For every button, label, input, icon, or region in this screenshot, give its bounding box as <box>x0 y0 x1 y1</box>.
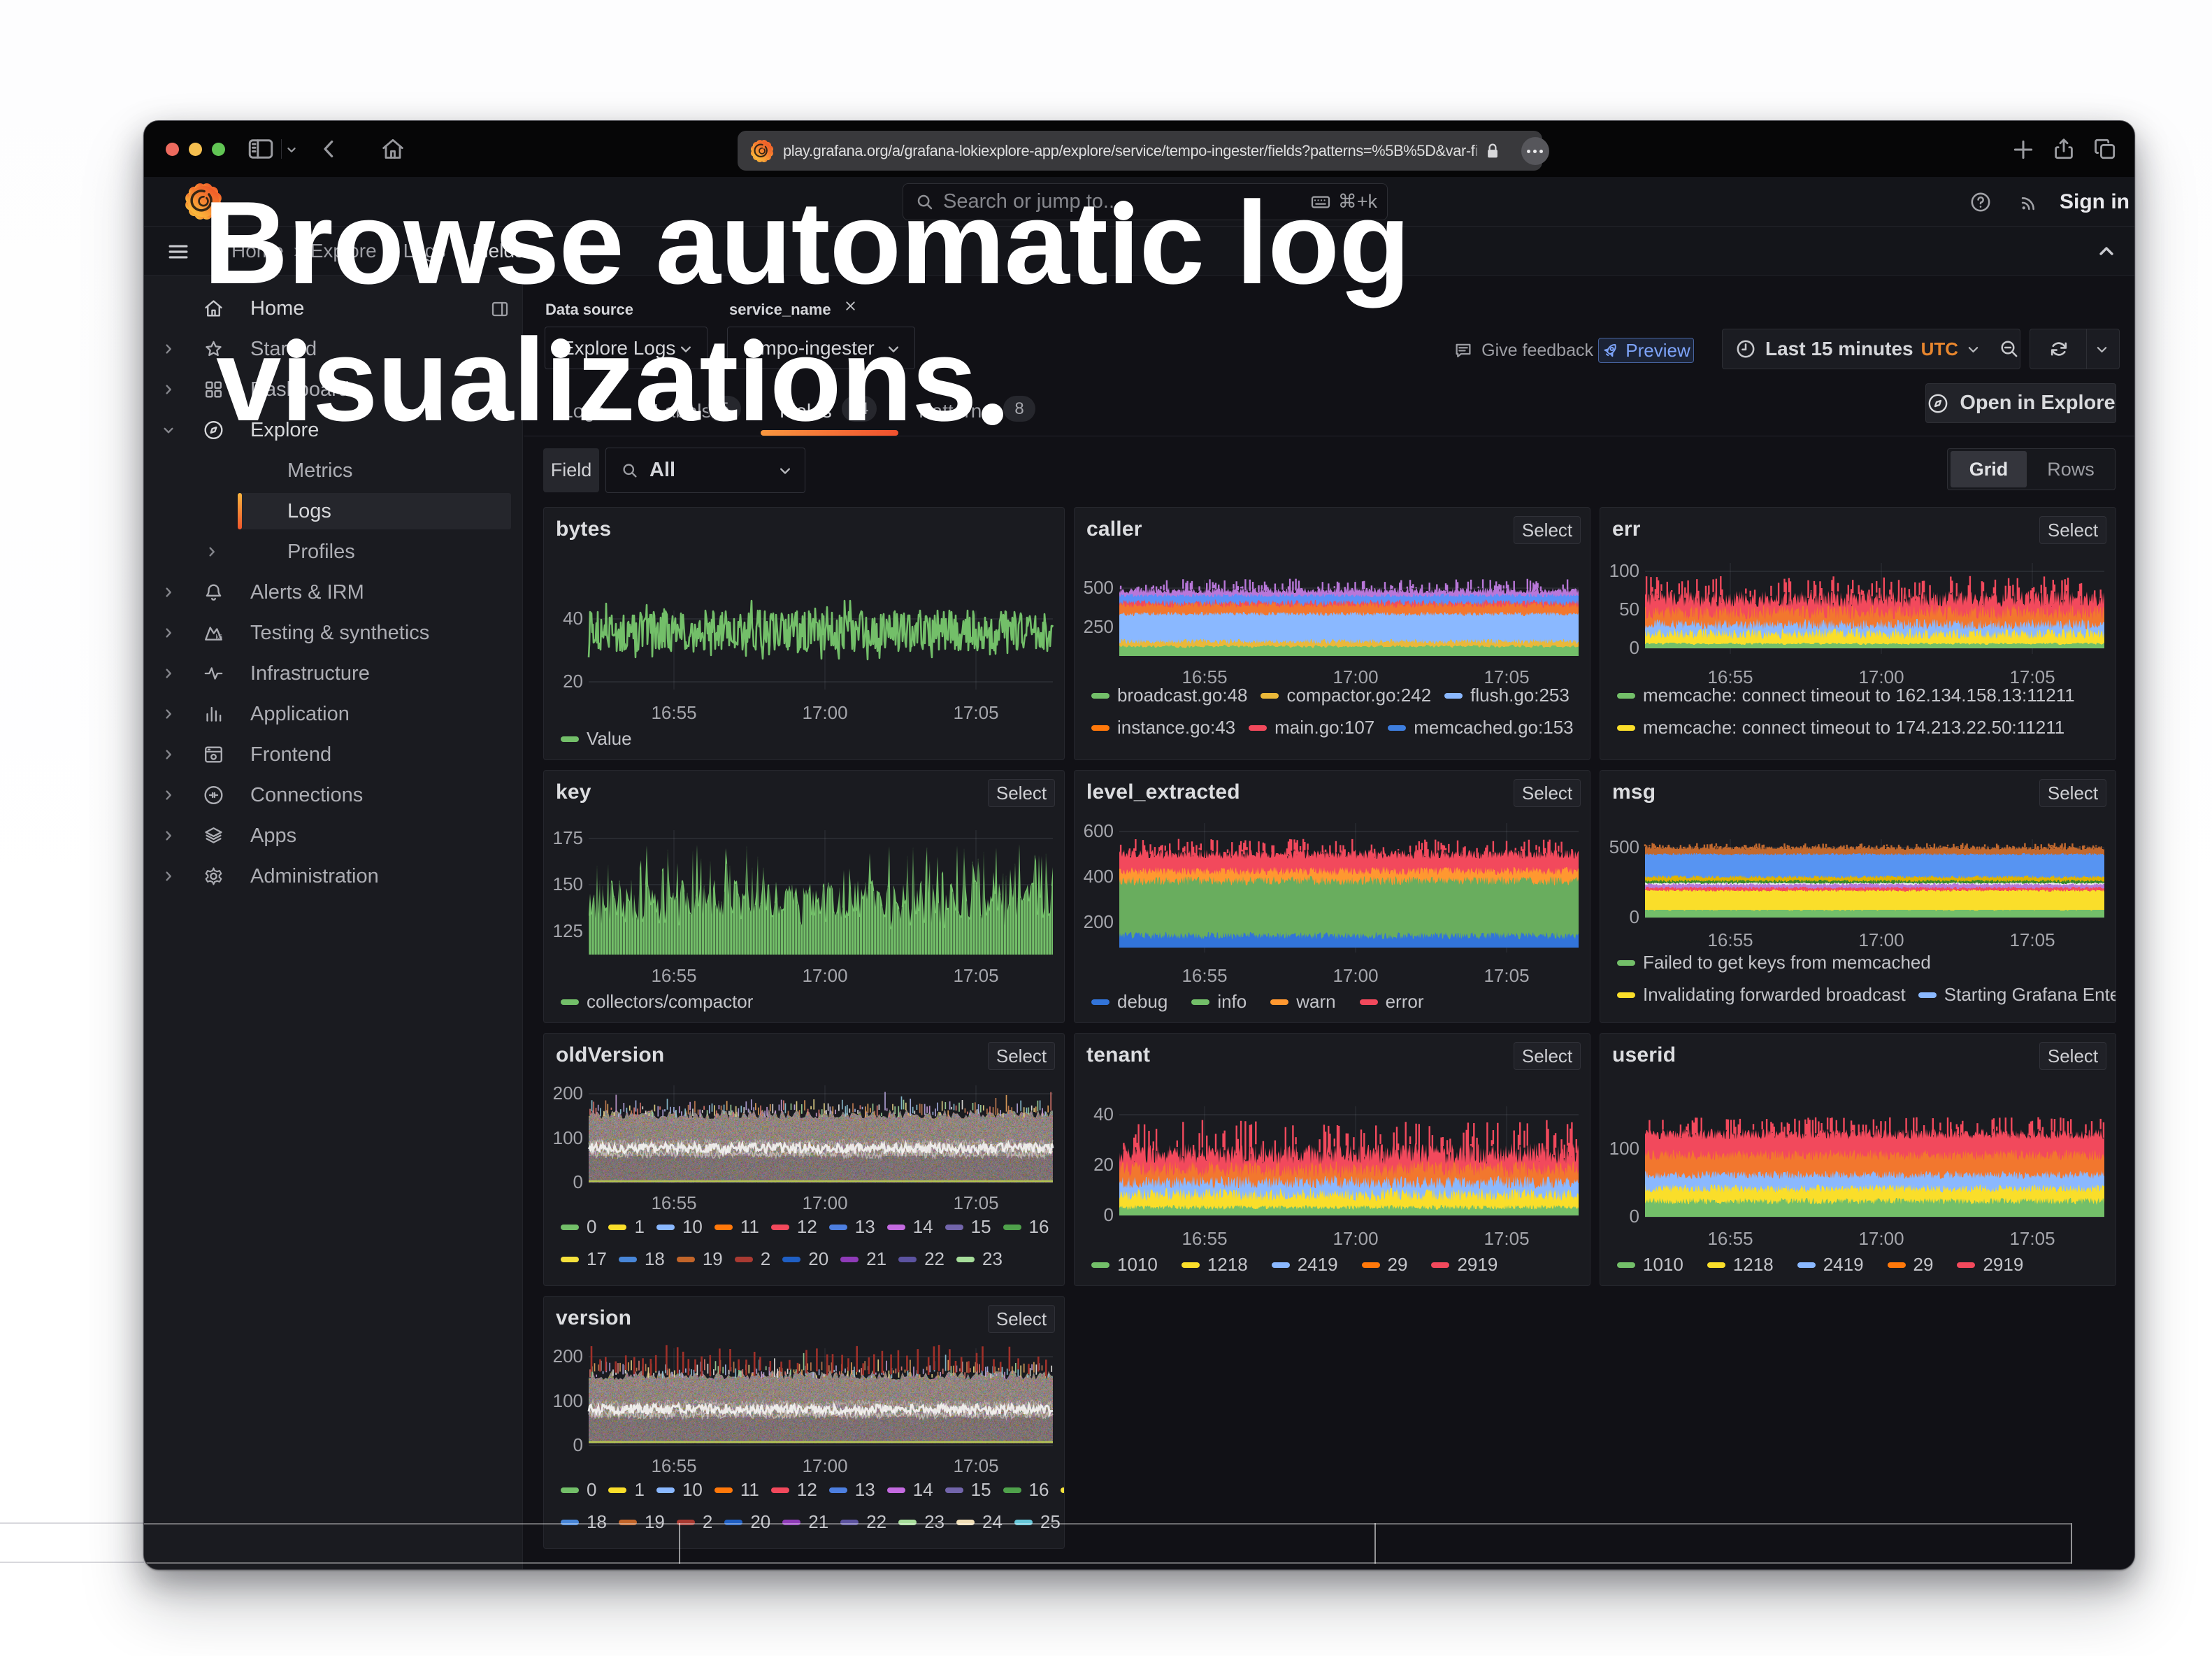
svg-text:k6: k6 <box>216 633 222 640</box>
